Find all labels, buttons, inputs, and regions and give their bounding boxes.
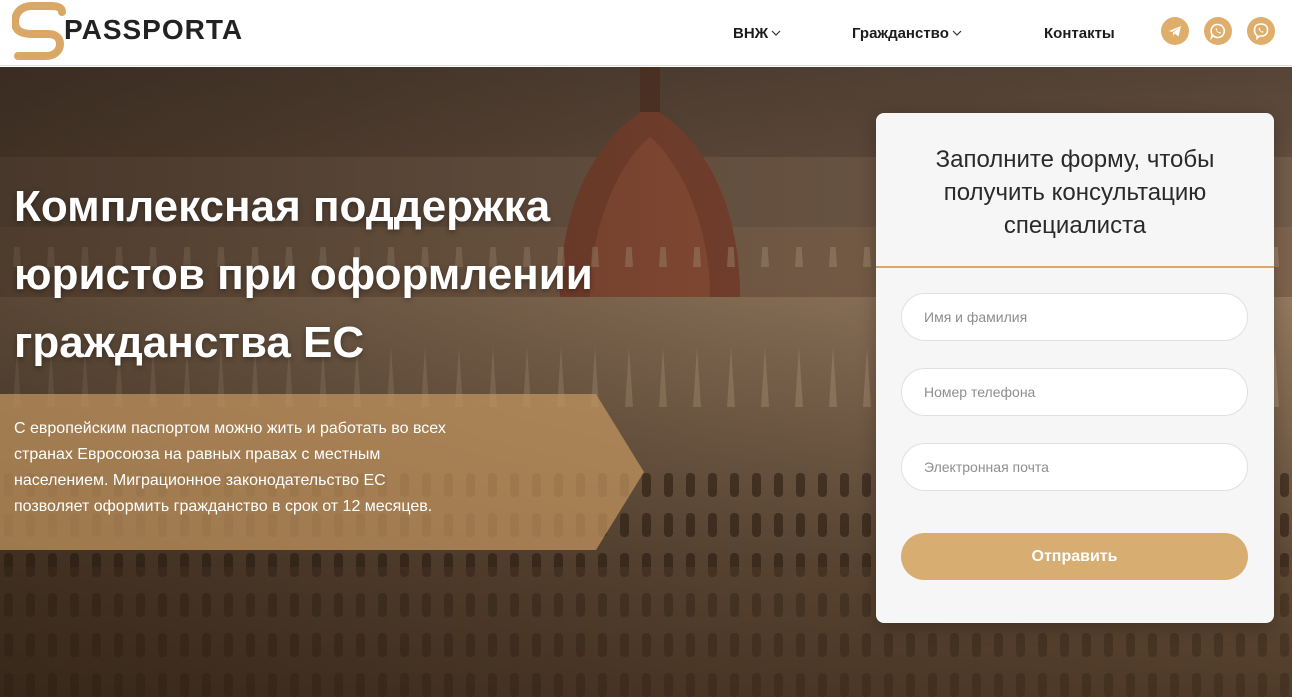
logo-mark-icon: [12, 2, 66, 60]
hero-title-line: юристов при оформлении: [14, 250, 593, 299]
hero-description-line: населением. Миграционное законодательств…: [14, 472, 386, 489]
whatsapp-icon: [1210, 23, 1226, 40]
email-field[interactable]: [901, 443, 1248, 491]
chevron-down-icon: [952, 30, 962, 36]
viber-icon: [1253, 23, 1269, 40]
hero-description-line: позволяет оформить гражданство в срок от…: [14, 498, 433, 515]
brand-name: PASSPORTA: [64, 14, 244, 45]
nav-item-vnzh[interactable]: ВНЖ: [733, 23, 781, 43]
form-divider: [876, 266, 1274, 268]
nav-item-label: Контакты: [1044, 24, 1115, 42]
viber-button[interactable]: [1247, 17, 1275, 45]
form-title-line: получить консультацию: [943, 179, 1207, 206]
consultation-form: Заполните форму, чтобы получить консульт…: [876, 113, 1274, 623]
nav-item-label: ВНЖ: [733, 24, 769, 42]
telegram-icon: [1169, 26, 1181, 37]
form-title-line: специалиста: [1003, 212, 1147, 239]
nav-item-citizenship[interactable]: Гражданство: [852, 23, 962, 43]
site-header: PASSPORTA ВНЖ Гражданство Контакты: [0, 0, 1292, 66]
name-field[interactable]: [901, 293, 1248, 341]
hero-section: Комплексная поддержка юристов при оформл…: [0, 67, 1292, 697]
telegram-button[interactable]: [1161, 17, 1189, 45]
nav-item-label: Гражданство: [852, 24, 949, 42]
hero-title: Комплексная поддержка юристов при оформл…: [14, 173, 674, 377]
hero-description: С европейским паспортом можно жить и раб…: [14, 416, 574, 520]
phone-field[interactable]: [901, 368, 1248, 416]
submit-button[interactable]: Отправить: [901, 533, 1248, 580]
whatsapp-button[interactable]: [1204, 17, 1232, 45]
chevron-down-icon: [771, 30, 781, 36]
hero-title-line: Комплексная поддержка: [14, 182, 551, 231]
hero-description-line: С европейским паспортом можно жить и раб…: [14, 420, 446, 437]
form-title-line: Заполните форму, чтобы: [935, 146, 1215, 173]
hero-title-line: гражданства ЕС: [14, 318, 365, 367]
logo[interactable]: PASSPORTA: [12, 2, 272, 60]
hero-description-line: странах Евросоюза на равных правах с мес…: [14, 446, 381, 463]
form-title: Заполните форму, чтобы получить консульт…: [876, 143, 1274, 242]
nav-item-contacts[interactable]: Контакты: [1044, 23, 1115, 43]
